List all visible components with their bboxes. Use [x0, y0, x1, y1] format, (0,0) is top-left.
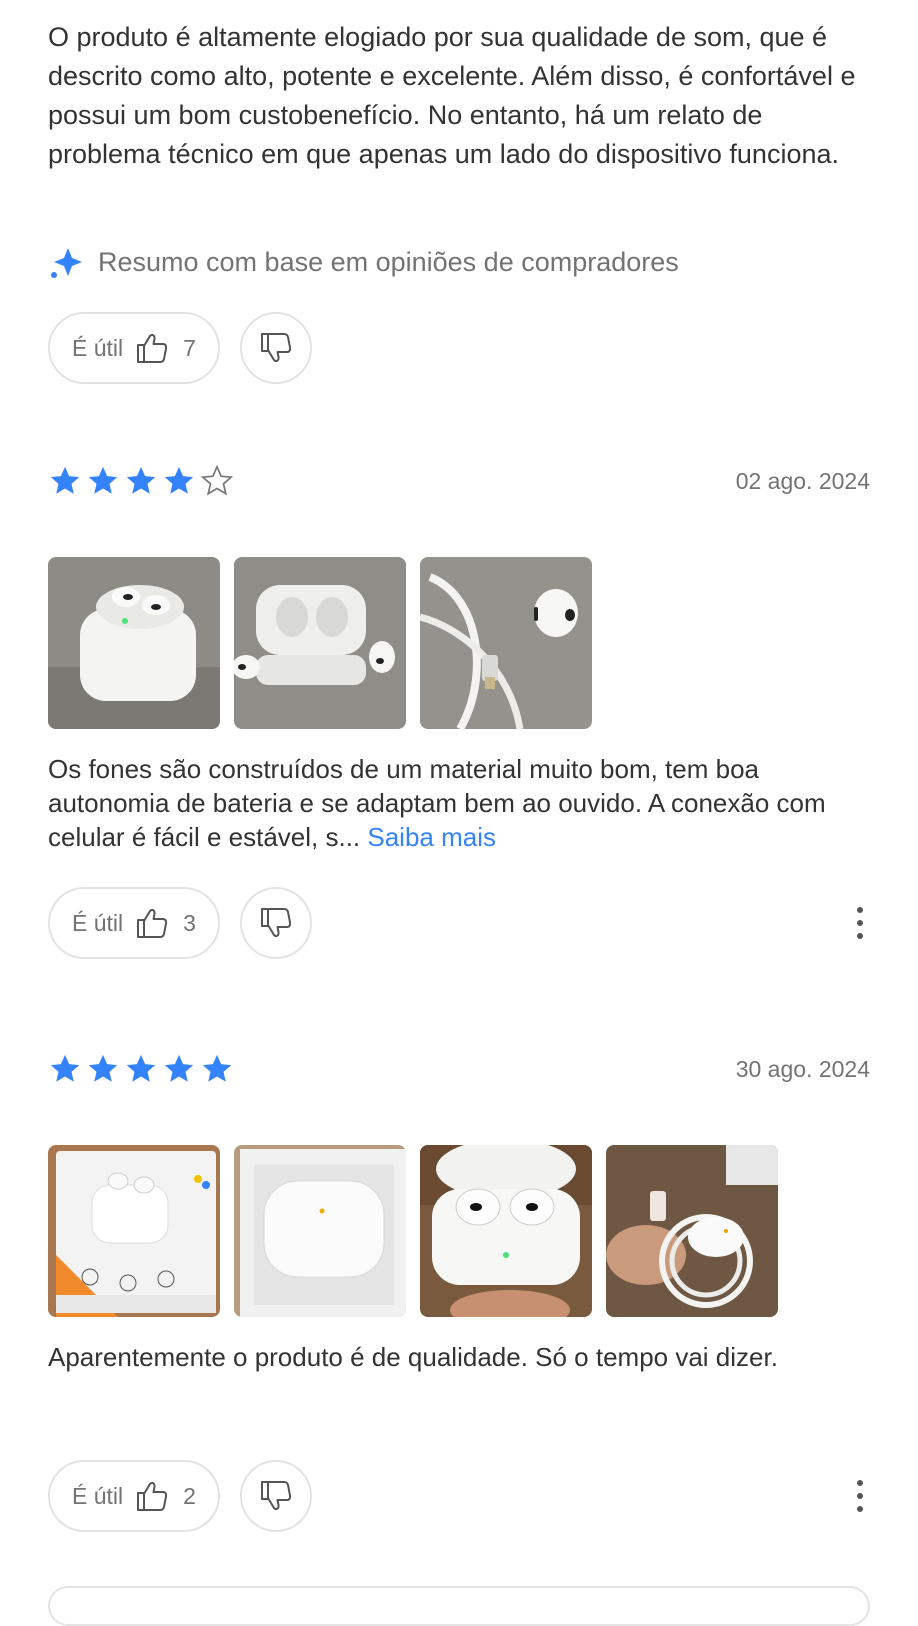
not-useful-button[interactable] — [240, 887, 312, 959]
not-useful-button[interactable] — [240, 312, 312, 384]
more-options-icon[interactable] — [848, 903, 872, 943]
review-photo[interactable] — [234, 557, 406, 729]
star-filled-icon — [50, 1054, 80, 1082]
review-text: Aparentemente o produto é de qualidade. … — [48, 1342, 778, 1372]
useful-count: 2 — [183, 1482, 196, 1509]
not-useful-button[interactable] — [240, 1460, 312, 1532]
thumbs-up-icon — [137, 909, 168, 938]
summary-feedback: É útil 7 — [48, 312, 312, 384]
star-rating — [48, 464, 234, 498]
thumbs-up-icon — [137, 1482, 168, 1511]
useful-label: É útil — [72, 909, 124, 936]
star-filled-icon — [88, 466, 118, 494]
review-photo[interactable] — [420, 1145, 592, 1317]
star-filled-icon — [50, 466, 80, 494]
useful-button[interactable]: É útil 7 — [48, 312, 220, 384]
review-feedback: É útil 2 — [48, 1460, 312, 1532]
review-photos — [48, 1145, 778, 1317]
review-photo[interactable] — [48, 1145, 220, 1317]
review-summary-text: O produto é altamente elogiado por sua q… — [48, 22, 856, 169]
star-filled-icon — [88, 1054, 118, 1082]
review-card: 30 ago. 2024 Aparentemente o produto é d… — [48, 1052, 870, 1552]
review-photo[interactable] — [420, 557, 592, 729]
thumbs-down-icon — [261, 908, 292, 937]
review-date: 30 ago. 2024 — [735, 1056, 870, 1082]
summary-note-label: Resumo com base em opiniões de comprador… — [98, 246, 679, 277]
star-filled-icon — [202, 1054, 232, 1082]
sparkle-icon — [51, 248, 82, 278]
useful-label: É útil — [72, 1482, 124, 1509]
useful-button[interactable]: É útil 3 — [48, 887, 220, 959]
review-date: 02 ago. 2024 — [735, 468, 870, 494]
review-photo[interactable] — [48, 557, 220, 729]
thumbs-down-icon — [261, 333, 292, 362]
star-filled-icon — [126, 1054, 156, 1082]
review-photos — [48, 557, 592, 729]
review-text: Os fones são construídos de um material … — [48, 752, 870, 854]
more-options-icon[interactable] — [848, 1476, 872, 1516]
review-photo[interactable] — [606, 1145, 778, 1317]
star-empty-icon — [200, 464, 234, 496]
review-feedback: É útil 3 — [48, 887, 312, 959]
star-filled-icon — [164, 466, 194, 494]
review-card: 02 ago. 2024 Os fones são construídos de… — [48, 464, 870, 964]
star-filled-icon — [126, 466, 156, 494]
read-more-link[interactable]: Saiba mais — [367, 822, 496, 852]
summary-note: Resumo com base em opiniões de comprador… — [48, 240, 679, 284]
star-filled-icon — [164, 1054, 194, 1082]
review-photo[interactable] — [234, 1145, 406, 1317]
thumbs-up-icon — [137, 334, 168, 363]
useful-button[interactable]: É útil 2 — [48, 1460, 220, 1532]
useful-label: É útil — [72, 334, 124, 361]
star-rating — [48, 1052, 234, 1086]
useful-count: 7 — [183, 334, 196, 361]
next-section-edge — [48, 1586, 870, 1626]
useful-count: 3 — [183, 909, 196, 936]
thumbs-down-icon — [261, 1481, 292, 1510]
